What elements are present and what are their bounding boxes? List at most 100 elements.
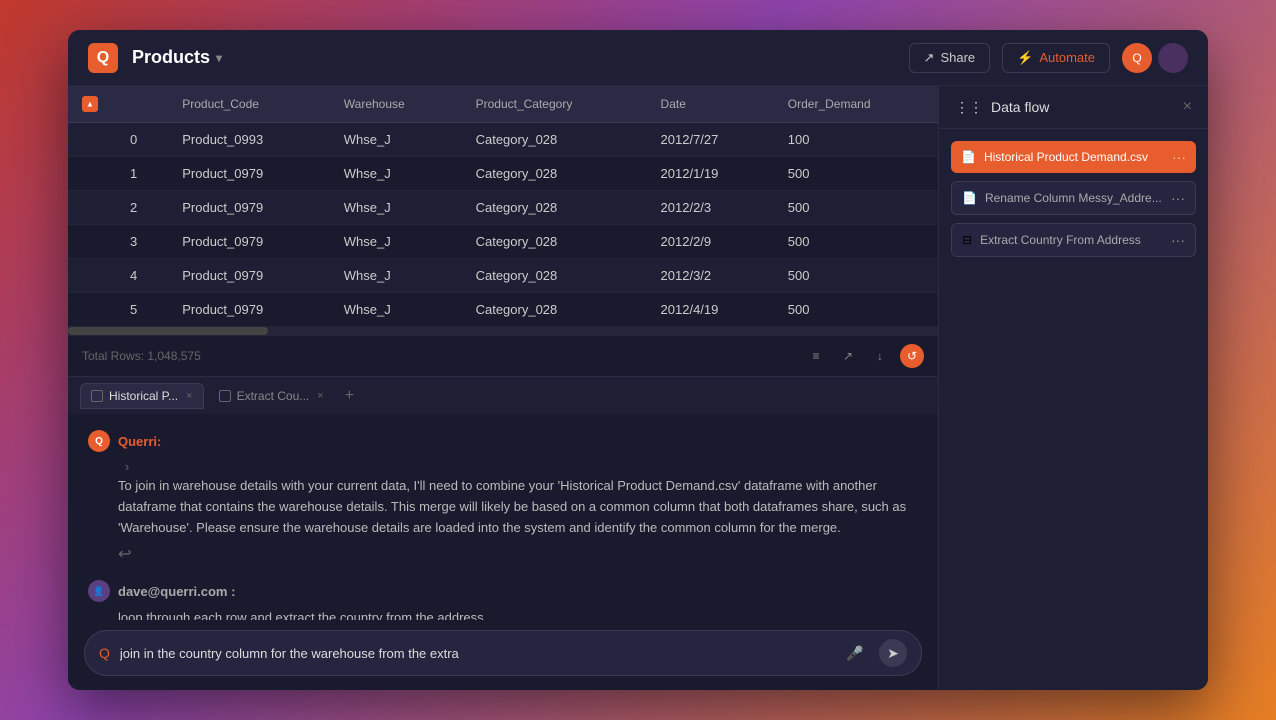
mic-button[interactable]: 🎤 (841, 639, 869, 667)
chat-input-area: Q 🎤 ➤ (68, 620, 938, 690)
share-icon: ↗ (924, 50, 935, 66)
cell-checkbox[interactable] (68, 191, 116, 225)
title-chevron[interactable]: ▾ (216, 51, 222, 65)
cell-checkbox[interactable] (68, 259, 116, 293)
flow-item-menu-icon[interactable]: ··· (1172, 149, 1186, 165)
dataflow-flow-icon: ⋮⋮ (955, 99, 983, 116)
chat-input-wrapper: Q 🎤 ➤ (84, 630, 922, 676)
table-row[interactable]: 3 Product_0979 Whse_J Category_028 2012/… (68, 225, 938, 259)
chat-message-msg2: 👤 dave@querri.com : loop through each ro… (88, 580, 918, 620)
refresh-icon[interactable]: ↺ (900, 344, 924, 368)
cell-checkbox[interactable] (68, 123, 116, 157)
cell-checkbox[interactable] (68, 157, 116, 191)
table-wrapper: Product_Code Warehouse Product_Category … (68, 86, 938, 376)
avatar-user1: Q (1122, 43, 1152, 73)
share-label: Share (940, 50, 975, 65)
col-warehouse[interactable]: Warehouse (330, 86, 462, 123)
table-row[interactable]: 2 Product_0979 Whse_J Category_028 2012/… (68, 191, 938, 225)
col-product-category[interactable]: Product_Category (462, 86, 647, 123)
total-rows: Total Rows: 1,048,575 (82, 349, 201, 363)
chat-text: loop through each row and extract the co… (88, 608, 918, 620)
dataflow-title: ⋮⋮ Data flow (955, 99, 1049, 116)
flow-item-label: Historical Product Demand.csv (984, 150, 1148, 164)
share-button[interactable]: ↗ Share (909, 43, 991, 73)
chat-input[interactable] (120, 646, 831, 661)
sender-name: dave@querri.com : (118, 584, 235, 599)
flow-item-menu-icon[interactable]: ··· (1171, 190, 1185, 206)
cell-product-code: Product_0979 (168, 225, 330, 259)
filter-icon[interactable]: ≡ (804, 344, 828, 368)
download-icon[interactable]: ↓ (868, 344, 892, 368)
flow-item-label: Extract Country From Address (980, 233, 1141, 247)
automate-label: Automate (1039, 50, 1095, 65)
tab-tab2[interactable]: Extract Cou... × (208, 383, 335, 409)
chat-input-logo-icon: Q (99, 645, 110, 661)
cell-warehouse: Whse_J (330, 225, 462, 259)
flow-item-label: Rename Column Messy_Addre... (985, 191, 1162, 205)
cell-checkbox[interactable] (68, 293, 116, 327)
data-panel: Product_Code Warehouse Product_Category … (68, 86, 938, 690)
table-row[interactable]: 5 Product_0979 Whse_J Category_028 2012/… (68, 293, 938, 327)
scroll-bar-area[interactable] (68, 327, 938, 335)
table-footer: Total Rows: 1,048,575 ≡ ↗ ↓ ↺ (68, 335, 938, 376)
cell-checkbox[interactable] (68, 225, 116, 259)
send-button[interactable]: ➤ (879, 639, 907, 667)
tab-tab1[interactable]: Historical P... × (80, 383, 204, 409)
cell-order-demand: 500 (774, 293, 938, 327)
cell-product-code: Product_0979 (168, 191, 330, 225)
cell-date: 2012/2/9 (647, 225, 774, 259)
tab-close-button[interactable]: × (186, 390, 192, 402)
flow-item-left: ⊟ Extract Country From Address (962, 233, 1141, 247)
dataflow-close-button[interactable]: × (1183, 98, 1192, 116)
col-date[interactable]: Date (647, 86, 774, 123)
flow-item-menu-icon[interactable]: ··· (1171, 232, 1185, 248)
cell-order-demand: 500 (774, 259, 938, 293)
col-product-code[interactable]: Product_Code (168, 86, 330, 123)
cell-product-category: Category_028 (462, 123, 647, 157)
cell-order-demand: 500 (774, 225, 938, 259)
logo: Q (88, 43, 118, 73)
flow-item-left: 📄 Historical Product Demand.csv (961, 150, 1148, 164)
table-row[interactable]: 1 Product_0979 Whse_J Category_028 2012/… (68, 157, 938, 191)
header-actions: ↗ Share ⚡ Automate Q (909, 43, 1188, 73)
export-icon[interactable]: ↗ (836, 344, 860, 368)
cell-product-category: Category_028 (462, 225, 647, 259)
tab-label: Historical P... (109, 389, 178, 403)
cell-warehouse: Whse_J (330, 259, 462, 293)
expand-icon[interactable]: › (118, 458, 136, 476)
cell-rownum: 2 (116, 191, 168, 225)
cell-product-code: Product_0979 (168, 259, 330, 293)
cell-warehouse: Whse_J (330, 157, 462, 191)
table-row[interactable]: 0 Product_0993 Whse_J Category_028 2012/… (68, 123, 938, 157)
add-tab-button[interactable]: + (339, 387, 360, 405)
flow-item-icon: 📄 (961, 150, 976, 164)
header-title: Products ▾ (132, 47, 222, 68)
cell-rownum: 0 (116, 123, 168, 157)
avatar-user2 (1158, 43, 1188, 73)
tab-file-icon (219, 390, 231, 402)
cell-date: 2012/3/2 (647, 259, 774, 293)
reply-icon[interactable]: ↩ (118, 544, 918, 564)
cell-product-category: Category_028 (462, 293, 647, 327)
scroll-bar-thumb[interactable] (68, 327, 268, 335)
cell-warehouse: Whse_J (330, 191, 462, 225)
tab-file-icon (91, 390, 103, 402)
col-sort[interactable] (68, 86, 116, 123)
flow-item-icon: ⊟ (962, 233, 972, 247)
flow-item-item1[interactable]: 📄 Historical Product Demand.csv ··· (951, 141, 1196, 173)
cell-product-code: Product_0979 (168, 293, 330, 327)
cell-date: 2012/7/27 (647, 123, 774, 157)
flow-item-item2[interactable]: 📄 Rename Column Messy_Addre... ··· (951, 181, 1196, 215)
tabs-bar: Historical P... × Extract Cou... × + (68, 376, 938, 414)
col-order-demand[interactable]: Order_Demand (774, 86, 938, 123)
dataflow-title-label: Data flow (991, 99, 1049, 115)
cell-warehouse: Whse_J (330, 123, 462, 157)
chat-area[interactable]: Q Querri: › To join in warehouse details… (68, 414, 938, 620)
tab-close-button[interactable]: × (317, 390, 323, 402)
automate-button[interactable]: ⚡ Automate (1002, 43, 1110, 73)
flow-item-item3[interactable]: ⊟ Extract Country From Address ··· (951, 223, 1196, 257)
page-title: Products (132, 47, 210, 68)
chat-message-msg1: Q Querri: › To join in warehouse details… (88, 430, 918, 564)
cell-date: 2012/1/19 (647, 157, 774, 191)
table-row[interactable]: 4 Product_0979 Whse_J Category_028 2012/… (68, 259, 938, 293)
